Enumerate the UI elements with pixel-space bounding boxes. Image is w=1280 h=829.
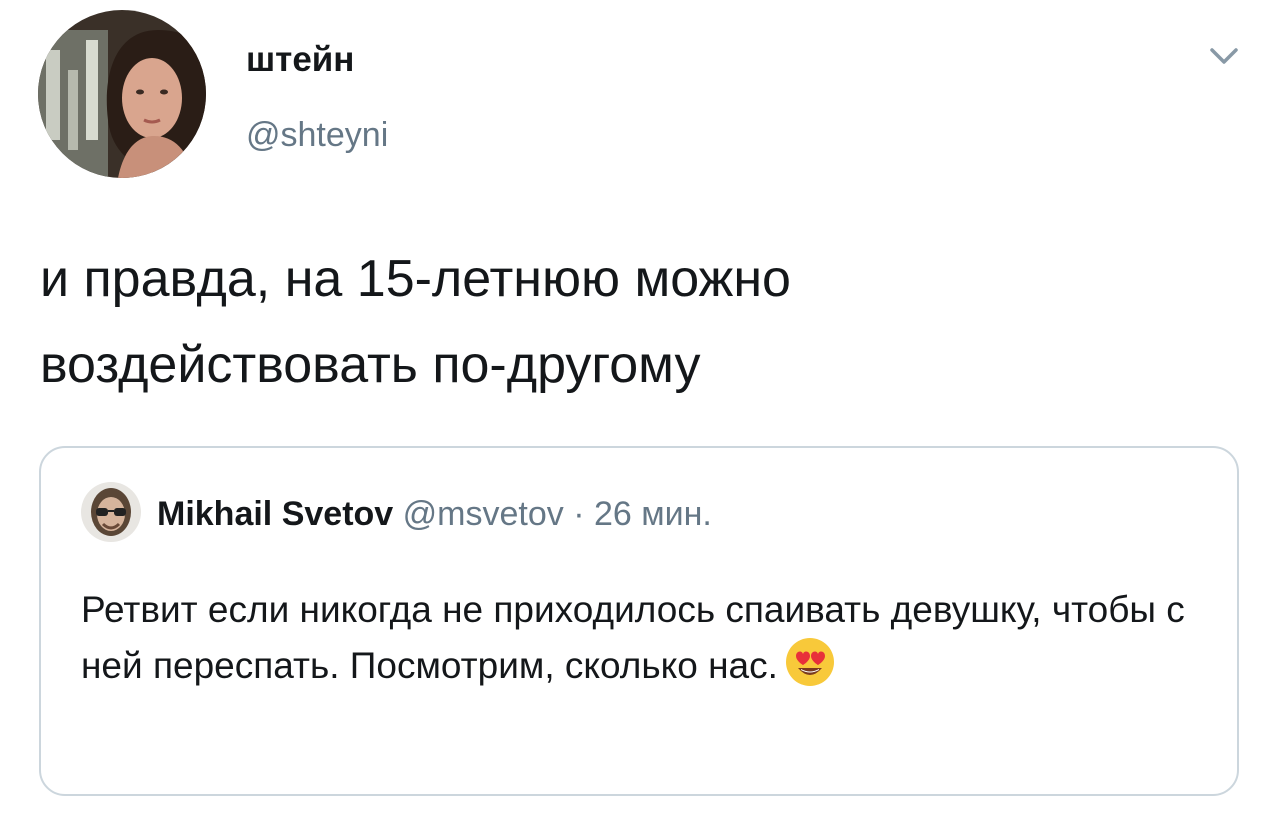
quoted-author-name[interactable]: Mikhail Svetov	[157, 495, 393, 533]
quoted-tweet[interactable]: Mikhail Svetov @msvetov · 26 мин. Ретвит…	[39, 446, 1239, 796]
quoted-author-handle[interactable]: @msvetov	[403, 495, 564, 533]
heart-eyes-emoji-icon	[784, 636, 836, 688]
quoted-tweet-header: Mikhail Svetov @msvetov · 26 мин.	[157, 494, 712, 534]
quoted-tweet-body: Ретвит если никогда не приходилось спаив…	[81, 589, 1185, 686]
author-avatar-image	[38, 10, 206, 178]
header-separator: ·	[573, 495, 585, 533]
quoted-tweet-text: Ретвит если никогда не приходилось спаив…	[81, 582, 1201, 694]
tweet-text: и правда, на 15-летнюю можно воздействов…	[40, 250, 791, 394]
quoted-author-avatar-image	[81, 482, 141, 542]
quoted-author-avatar[interactable]	[81, 482, 141, 542]
chevron-down-icon[interactable]	[1204, 42, 1244, 70]
author-avatar[interactable]	[38, 10, 206, 178]
author-display-name[interactable]: штейн	[246, 40, 354, 80]
tweet: штейн @shteyni и правда, на 15-летнюю мо…	[0, 0, 1280, 829]
author-handle[interactable]: @shteyni	[246, 115, 388, 155]
quoted-tweet-timestamp[interactable]: 26 мин.	[594, 495, 712, 533]
